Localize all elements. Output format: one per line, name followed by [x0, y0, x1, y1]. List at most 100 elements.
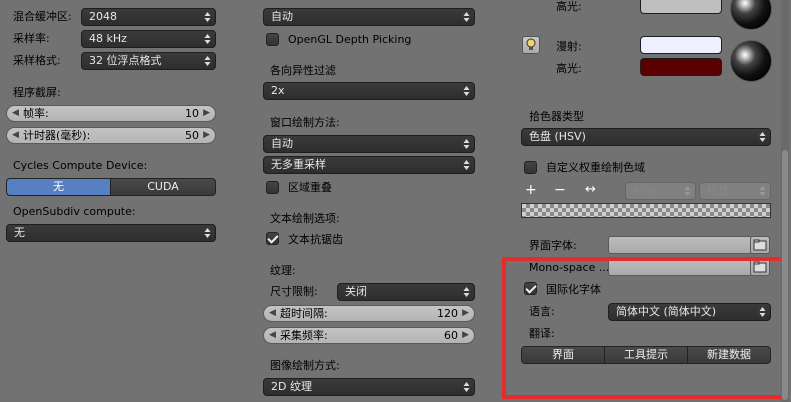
- anisotropic-heading: 各向异性过滤: [270, 64, 336, 77]
- specular-label: 高光:: [556, 62, 582, 75]
- custom-weight-label: 自定义权重绘制色域: [546, 161, 645, 174]
- diffuse-label: 漫射:: [556, 40, 582, 53]
- updown-arrow-icon: [204, 11, 211, 23]
- frame-rate-label: 帧率:: [23, 107, 49, 120]
- collection-rate-value: 60: [444, 329, 458, 342]
- specular-top-label: 高光:: [556, 0, 582, 13]
- color-picker-heading: 拾色器类型: [529, 110, 584, 123]
- sample-rate-value: 48 kHz: [89, 32, 127, 45]
- right-arrow-icon: ▶: [203, 108, 210, 118]
- specular-color[interactable]: [640, 58, 722, 76]
- frame-rate-value: 10: [185, 107, 199, 120]
- image-draw-heading: 图像绘制方式:: [270, 359, 340, 372]
- top-dropdown-value: 自动: [271, 10, 293, 23]
- timer-field[interactable]: ◀ 计时器(毫秒): 50 ▶: [6, 127, 216, 144]
- opensubdiv-value: 无: [14, 226, 25, 239]
- updown-arrow-icon: [463, 159, 470, 171]
- screenshot-heading: 程序截屏:: [13, 86, 61, 99]
- image-draw-dropdown[interactable]: 2D 纹理: [263, 378, 475, 396]
- swap-icon[interactable]: ↔: [585, 183, 596, 197]
- updown-arrow-icon: [759, 185, 766, 197]
- folder-icon[interactable]: [750, 236, 770, 254]
- anisotropic-dropdown[interactable]: 2x: [263, 82, 475, 100]
- color-picker-dropdown[interactable]: 色盘 (HSV): [521, 128, 771, 146]
- add-icon[interactable]: +: [525, 183, 537, 197]
- sample-format-label: 采样格式:: [13, 54, 61, 67]
- linear-dropdown[interactable]: 线性: [699, 182, 771, 200]
- color-picker-value: 色盘 (HSV): [529, 130, 586, 143]
- timer-label: 计时器(毫秒):: [23, 129, 91, 142]
- updown-arrow-icon: [463, 85, 470, 97]
- updown-arrow-icon: [204, 55, 211, 67]
- interface-font-label: 界面字体:: [529, 239, 577, 252]
- updown-arrow-icon: [463, 286, 470, 298]
- multisample-dropdown[interactable]: 无多重采样: [263, 156, 475, 174]
- right-arrow-icon: ▶: [203, 130, 210, 140]
- timeout-value: 120: [437, 307, 458, 320]
- timer-value: 50: [185, 129, 199, 142]
- mix-buffer-label: 混合缓冲区:: [13, 10, 72, 23]
- rgb-value: RGB: [633, 184, 657, 197]
- region-overlap-checkbox[interactable]: [266, 181, 279, 194]
- size-limit-dropdown[interactable]: 关闭: [337, 283, 475, 301]
- collection-rate-label: 采集频率:: [280, 329, 328, 342]
- left-arrow-icon: ◀: [269, 308, 276, 318]
- opengl-depth-checkbox[interactable]: [266, 33, 279, 46]
- left-arrow-icon: ◀: [12, 130, 19, 140]
- multisample-value: 无多重采样: [271, 158, 326, 171]
- image-draw-value: 2D 纹理: [271, 380, 312, 393]
- timeout-label: 超时间隔:: [280, 307, 328, 320]
- opengl-depth-label: OpenGL Depth Picking: [288, 33, 412, 46]
- sample-rate-label: 采样率:: [13, 32, 50, 45]
- cycles-none-button[interactable]: 无: [6, 178, 111, 196]
- left-arrow-icon: ◀: [12, 108, 19, 118]
- opensubdiv-dropdown[interactable]: 无: [6, 224, 216, 242]
- sample-rate-dropdown[interactable]: 48 kHz: [81, 30, 216, 48]
- timeout-field[interactable]: ◀ 超时间隔: 120 ▶: [263, 305, 475, 322]
- specular-top-color[interactable]: [640, 0, 722, 14]
- updown-arrow-icon: [463, 381, 470, 393]
- region-overlap-label: 区域重叠: [288, 181, 332, 194]
- text-draw-heading: 文本绘制选项:: [270, 212, 340, 225]
- textures-heading: 纹理:: [270, 264, 296, 277]
- right-arrow-icon: ▶: [462, 308, 469, 318]
- updown-arrow-icon: [204, 227, 211, 239]
- updown-arrow-icon: [204, 33, 211, 45]
- anisotropic-value: 2x: [271, 84, 285, 97]
- collection-rate-field[interactable]: ◀ 采集频率: 60 ▶: [263, 327, 475, 344]
- sample-format-value: 32 位浮点格式: [89, 54, 162, 67]
- light-bulb-icon[interactable]: [522, 36, 540, 54]
- window-draw-value: 自动: [271, 137, 293, 150]
- left-arrow-icon: ◀: [269, 330, 276, 340]
- text-antialias-checkbox[interactable]: [266, 232, 279, 245]
- opensubdiv-heading: OpenSubdiv compute:: [13, 205, 136, 218]
- material-preview-sphere: [730, 40, 772, 82]
- mix-buffer-dropdown[interactable]: 2048: [81, 8, 216, 26]
- updown-arrow-icon: [684, 185, 691, 197]
- updown-arrow-icon: [463, 138, 470, 150]
- text-antialias-label: 文本抗锯齿: [288, 233, 343, 246]
- scrollbar-thumb[interactable]: [782, 150, 788, 400]
- size-limit-label: 尺寸限制:: [270, 285, 318, 298]
- diffuse-color[interactable]: [640, 36, 722, 54]
- updown-arrow-icon: [759, 131, 766, 143]
- cycles-heading: Cycles Compute Device:: [13, 159, 148, 172]
- frame-rate-field[interactable]: ◀ 帧率: 10 ▶: [6, 105, 216, 122]
- size-limit-value: 关闭: [345, 285, 367, 298]
- updown-arrow-icon: [463, 11, 470, 23]
- interface-font-path[interactable]: [608, 236, 752, 254]
- linear-value: 线性: [707, 184, 729, 197]
- right-arrow-icon: ▶: [462, 330, 469, 340]
- color-ramp-bar[interactable]: [521, 203, 771, 218]
- top-dropdown[interactable]: 自动: [263, 8, 475, 26]
- cycles-cuda-button[interactable]: CUDA: [110, 178, 216, 196]
- remove-icon[interactable]: −: [554, 183, 566, 197]
- highlight-frame: [502, 257, 788, 399]
- sample-format-dropdown[interactable]: 32 位浮点格式: [81, 52, 216, 70]
- mix-buffer-value: 2048: [89, 10, 117, 23]
- rgb-dropdown[interactable]: RGB: [625, 182, 696, 200]
- window-draw-dropdown[interactable]: 自动: [263, 135, 475, 153]
- custom-weight-checkbox[interactable]: [524, 161, 537, 174]
- material-preview-sphere-top: [730, 0, 772, 30]
- window-draw-heading: 窗口绘制方法:: [270, 116, 340, 129]
